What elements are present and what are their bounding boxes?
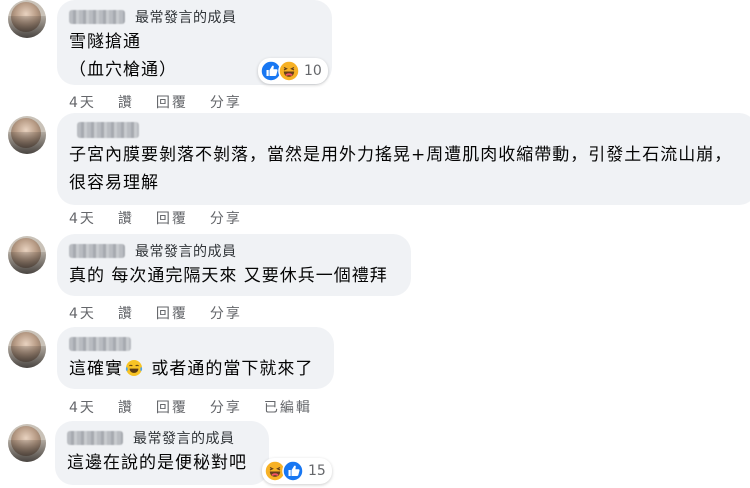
timestamp[interactable]: 4天 [69,303,96,323]
top-contributor-badge: 最常發言的成員 [133,431,235,447]
author-name-blurred[interactable] [77,122,139,138]
share-button[interactable]: 分享 [210,92,242,112]
comment-thread: 最常發言的成員 雪隧搶通 （血穴槍通） 10 4天 讚 回覆 分享 子宮內膜要剝… [0,0,750,488]
avatar[interactable] [8,0,46,38]
avatar[interactable] [8,424,46,462]
like-button[interactable]: 讚 [118,303,134,323]
timestamp[interactable]: 4天 [69,397,96,417]
haha-icon [278,60,300,82]
share-button[interactable]: 分享 [210,208,242,228]
timestamp[interactable]: 4天 [69,208,96,228]
reaction-summary[interactable]: 15 [262,458,332,484]
comment-actions: 4天 讚 回覆 分享 [69,92,264,112]
comment-text: 或者通的當下就來了 [145,359,314,379]
comment-bubble: 這確實 或者通的當下就來了 [57,327,334,389]
comment-actions: 4天 讚 回覆 分享 已編輯 [69,397,334,417]
comment-text-line: 很容易理解 [69,173,159,193]
comment-text-line: 子宮內膜要剝落不剝落，當然是用外力搖晃+周遭肌肉收縮帶動，引發土石流山崩， [69,145,733,165]
author-name-blurred[interactable] [69,10,125,24]
comment-bubble: 最常發言的成員 真的 每次通完隔天來 又要休兵一個禮拜 [57,234,411,296]
timestamp[interactable]: 4天 [69,92,96,112]
comment-text-line: 這邊在說的是便秘對吧 [67,453,247,473]
like-button[interactable]: 讚 [118,208,134,228]
reply-button[interactable]: 回覆 [156,397,188,417]
author-name-blurred[interactable] [69,244,125,258]
like-icon [282,460,304,482]
share-button[interactable]: 分享 [210,397,242,417]
like-button[interactable]: 讚 [118,397,134,417]
author-name-blurred[interactable] [69,337,131,351]
edited-label: 已編輯 [263,400,312,416]
comment-actions: 4天 讚 回覆 分享 [69,303,264,323]
comment-text-line: 這確實 或者通的當下就來了 [69,355,322,383]
comment-text: 這確實 [69,359,123,379]
top-contributor-badge: 最常發言的成員 [135,10,237,26]
laughing-tears-emoji-icon [125,360,143,376]
top-contributor-badge: 最常發言的成員 [135,244,237,260]
reaction-count: 15 [308,463,326,479]
avatar[interactable] [8,330,46,368]
avatar[interactable] [8,116,46,154]
reaction-count: 10 [304,63,322,79]
reply-button[interactable]: 回覆 [156,208,188,228]
comment-bubble: 子宮內膜要剝落不剝落，當然是用外力搖晃+周遭肌肉收縮帶動，引發土石流山崩， 很容… [57,113,750,205]
share-button[interactable]: 分享 [210,303,242,323]
comment-text-line: 雪隧搶通 [69,32,141,52]
like-button[interactable]: 讚 [118,92,134,112]
author-name-blurred[interactable] [67,431,123,445]
avatar[interactable] [8,236,46,274]
reply-button[interactable]: 回覆 [156,303,188,323]
comment-text-line: 真的 每次通完隔天來 又要休兵一個禮拜 [69,266,388,286]
reply-button[interactable]: 回覆 [156,92,188,112]
comment-bubble: 最常發言的成員 這邊在說的是便秘對吧 [55,421,269,485]
comment-actions: 4天 讚 回覆 分享 [69,208,264,228]
reaction-summary[interactable]: 10 [258,58,328,84]
